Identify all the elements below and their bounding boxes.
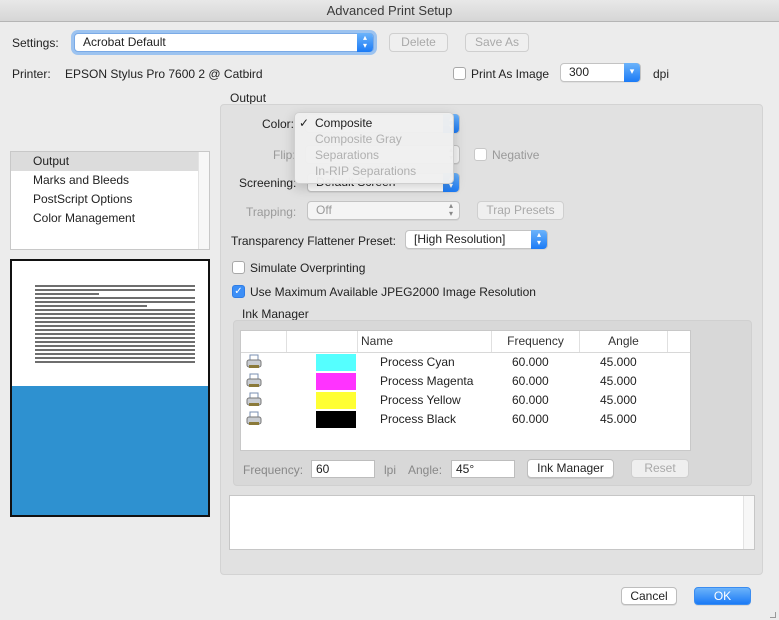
lpi-unit: lpi [384,463,397,477]
color-label: Color: [262,117,295,131]
save-as-button[interactable]: Save As [465,33,529,52]
output-section-title: Output [230,91,267,105]
column-header-angle[interactable]: Angle [580,331,668,352]
resize-grip-icon[interactable] [770,612,776,618]
ink-angle: 45.000 [600,374,637,388]
page-preview [10,259,210,517]
ink-manager-button[interactable]: Ink Manager [527,459,614,478]
description-area [229,495,755,550]
ok-button[interactable]: OK [694,587,751,605]
printer-icon[interactable] [246,392,262,408]
ink-row[interactable]: Process Cyan 60.000 45.000 [241,353,690,372]
ink-angle: 45.000 [600,412,637,426]
trap-presets-button[interactable]: Trap Presets [477,201,564,220]
chevron-down-icon: ▾ [624,63,640,82]
dpi-unit: dpi [653,67,670,81]
section-list[interactable]: Output Marks and Bleeds PostScript Optio… [10,151,210,250]
printer-icon[interactable] [246,354,262,370]
print-as-image-checkbox[interactable] [453,67,466,80]
printer-icon[interactable] [246,373,262,389]
up-down-chevron-icon: ▴▾ [448,201,453,218]
color-dropdown-menu[interactable]: ✓ Composite Composite Gray Separations I… [294,112,454,184]
ink-row[interactable]: Process Black 60.000 45.000 [241,410,690,429]
preview-text-block [35,285,195,365]
ink-swatch [316,373,356,390]
column-header-name[interactable]: Name [358,331,492,352]
ink-row[interactable]: Process Yellow 60.000 45.000 [241,391,690,410]
reset-button[interactable]: Reset [631,459,689,478]
preview-color-block [12,386,208,515]
trapping-label: Trapping: [246,205,297,219]
negative-checkbox[interactable] [474,148,487,161]
sidebar-item-marks-and-bleeds[interactable]: Marks and Bleeds [11,171,198,190]
frequency-input[interactable]: 60 [311,460,375,478]
window-title: Advanced Print Setup [0,0,779,22]
flattener-select[interactable]: [High Resolution] ▴ ▾ [405,230,548,249]
sidebar-item-color-management[interactable]: Color Management [11,209,198,228]
up-down-chevron-icon: ▴▾ [357,33,373,52]
menu-item-separations[interactable]: Separations [315,147,379,163]
ink-name: Process Black [380,412,457,426]
negative-label: Negative [492,148,540,162]
ink-name: Process Yellow [380,393,461,407]
ink-swatch [316,392,356,409]
ink-frequency: 60.000 [512,393,549,407]
ink-frequency: 60.000 [512,412,549,426]
menu-item-composite-gray[interactable]: Composite Gray [315,131,402,147]
ink-swatch [316,354,356,371]
screening-label: Screening: [239,176,297,190]
simulate-overprinting-checkbox[interactable] [232,261,245,274]
angle-input[interactable]: 45° [451,460,515,478]
ink-angle: 45.000 [600,393,637,407]
checkmark-icon: ✓ [234,286,243,297]
ink-manager-title: Ink Manager [242,307,309,321]
sidebar-item-output[interactable]: Output [11,152,198,171]
column-header-print[interactable] [241,331,287,352]
flattener-value: [High Resolution] [414,232,506,246]
settings-label: Settings: [12,36,59,50]
ink-row[interactable]: Process Magenta 60.000 45.000 [241,372,690,391]
delete-button[interactable]: Delete [389,33,448,52]
jpeg2000-checkbox[interactable]: ✓ [232,285,245,298]
trapping-select[interactable]: Off ▴ ▾ [307,201,460,220]
sidebar-scrollbar[interactable] [198,152,209,249]
ink-angle: 45.000 [600,355,637,369]
ink-name: Process Magenta [380,374,474,388]
print-as-image-label: Print As Image [471,67,550,81]
menu-item-composite[interactable]: Composite [315,115,372,131]
printer-icon[interactable] [246,411,262,427]
angle-label: Angle: [408,463,443,477]
frequency-label: Frequency: [243,463,304,477]
up-down-chevron-icon: ▴▾ [531,230,547,249]
ink-table[interactable]: Name Frequency Angle Process Cyan 60.000… [240,330,691,451]
ink-name: Process Cyan [380,355,455,369]
ink-frequency: 60.000 [512,355,549,369]
flip-label: Flip: [273,148,296,162]
jpeg2000-label: Use Maximum Available JPEG2000 Image Res… [250,285,536,299]
column-header-swatch[interactable] [287,331,358,352]
dpi-select[interactable]: 300 ▾ [560,63,641,82]
simulate-overprinting-label: Simulate Overprinting [250,261,366,275]
dpi-value: 300 [569,65,590,79]
printer-label: Printer: [12,67,51,81]
ink-swatch [316,411,356,428]
settings-select[interactable]: Acrobat Default ▴ ▾ [74,33,374,52]
sidebar-item-postscript-options[interactable]: PostScript Options [11,190,198,209]
settings-value: Acrobat Default [83,35,166,49]
column-header-frequency[interactable]: Frequency [492,331,580,352]
flattener-label: Transparency Flattener Preset: [231,234,396,248]
printer-name: EPSON Stylus Pro 7600 2 @ Catbird [65,67,263,81]
checkmark-icon: ✓ [299,116,310,130]
cancel-button[interactable]: Cancel [621,587,677,605]
trapping-value: Off [316,203,332,217]
description-scrollbar[interactable] [743,496,754,549]
ink-frequency: 60.000 [512,374,549,388]
menu-item-in-rip-separations[interactable]: In-RIP Separations [315,163,416,179]
